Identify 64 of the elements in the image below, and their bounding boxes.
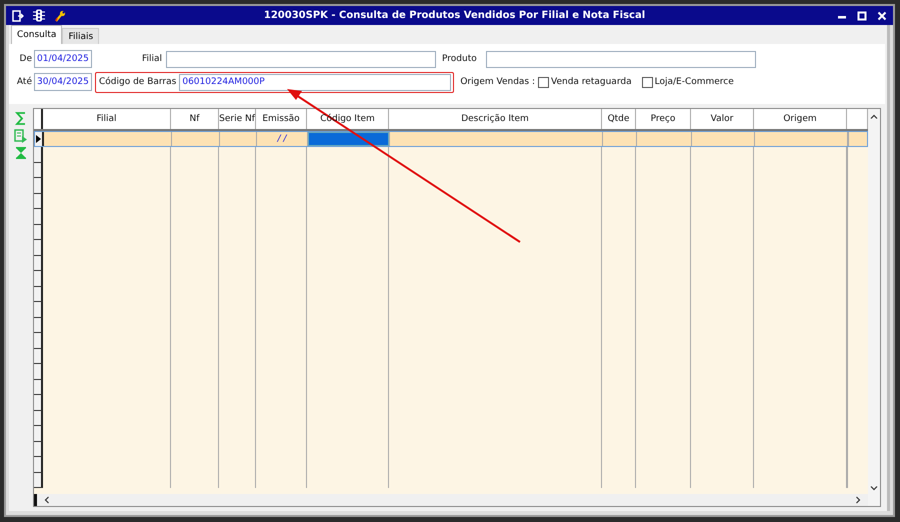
column-header[interactable]: Preço xyxy=(636,109,691,129)
field-label: Filial xyxy=(140,54,163,64)
close-icon[interactable] xyxy=(877,10,887,20)
row-header[interactable] xyxy=(34,442,43,457)
field-label: Origem Vendas : xyxy=(460,77,536,87)
scroll-left-icon[interactable] xyxy=(43,496,51,504)
row-header[interactable] xyxy=(34,348,43,364)
checkbox[interactable] xyxy=(538,76,550,88)
filial-field[interactable] xyxy=(166,50,436,68)
row-header[interactable] xyxy=(34,395,43,410)
column-header[interactable]: Serie Nf xyxy=(219,109,256,129)
column-header[interactable]: Origem xyxy=(754,109,847,129)
field-label: De xyxy=(18,54,33,64)
row-header[interactable] xyxy=(34,240,43,256)
field-label: Código de Barras xyxy=(99,77,176,87)
focused-cell[interactable] xyxy=(308,132,389,146)
row-header[interactable] xyxy=(34,426,43,442)
wrench-icon[interactable] xyxy=(54,10,66,22)
row-pointer-icon xyxy=(36,135,41,143)
field-label: Até xyxy=(16,77,33,87)
row-header[interactable] xyxy=(34,286,43,302)
scroll-right-icon[interactable] xyxy=(854,496,862,504)
horizontal-scrollbar[interactable] xyxy=(34,494,868,506)
row-header[interactable] xyxy=(34,410,43,426)
column-header[interactable]: Nf xyxy=(171,109,219,129)
column-header[interactable]: Filial xyxy=(43,109,171,129)
row-header[interactable] xyxy=(34,162,43,178)
column-header[interactable]: Valor xyxy=(691,109,754,129)
date-field[interactable]: 30/04/2025 xyxy=(34,73,92,91)
row-header[interactable] xyxy=(34,209,43,224)
vertical-scrollbar[interactable] xyxy=(868,109,880,506)
produto-field[interactable] xyxy=(486,50,756,68)
checkbox-label[interactable]: Venda retaguarda xyxy=(551,77,632,87)
row-header[interactable] xyxy=(34,178,43,194)
row-header[interactable] xyxy=(35,132,44,146)
column-header[interactable]: Qtde xyxy=(602,109,636,129)
row-header[interactable] xyxy=(34,147,43,162)
tab[interactable]: Consulta xyxy=(11,25,62,44)
checkbox-label[interactable]: Loja/E-Commerce xyxy=(654,77,734,87)
field-label: Produto xyxy=(441,54,478,64)
column-header[interactable]: Emissão xyxy=(256,109,307,129)
row-header[interactable] xyxy=(34,302,43,318)
row-header[interactable] xyxy=(34,457,43,472)
date-field[interactable]: 01/04/2025 xyxy=(34,50,92,68)
table-cell: / / xyxy=(278,134,286,144)
row-header[interactable] xyxy=(34,333,43,348)
row-header[interactable] xyxy=(34,224,43,240)
traffic-light-icon[interactable] xyxy=(33,9,45,22)
row-header[interactable] xyxy=(34,256,43,271)
table-row[interactable]: / / xyxy=(34,131,868,147)
column-header[interactable]: Descrição Item xyxy=(389,109,602,129)
tab[interactable]: Filiais xyxy=(62,28,100,44)
row-header[interactable] xyxy=(34,318,43,333)
row-header[interactable] xyxy=(34,271,43,286)
row-header[interactable] xyxy=(34,194,43,209)
window-title: 120030SPK - Consulta de Produtos Vendidos Por Filial e Nota Fiscal xyxy=(262,10,646,21)
row-header[interactable] xyxy=(34,472,43,488)
barcode-field[interactable]: 06010224AM000P xyxy=(179,74,452,90)
scroll-up-icon[interactable] xyxy=(870,113,878,121)
maximize-icon[interactable] xyxy=(857,10,867,20)
scroll-down-icon[interactable] xyxy=(870,484,878,492)
checkbox[interactable] xyxy=(642,76,653,88)
row-header[interactable] xyxy=(34,364,43,380)
row-header[interactable] xyxy=(34,380,43,395)
